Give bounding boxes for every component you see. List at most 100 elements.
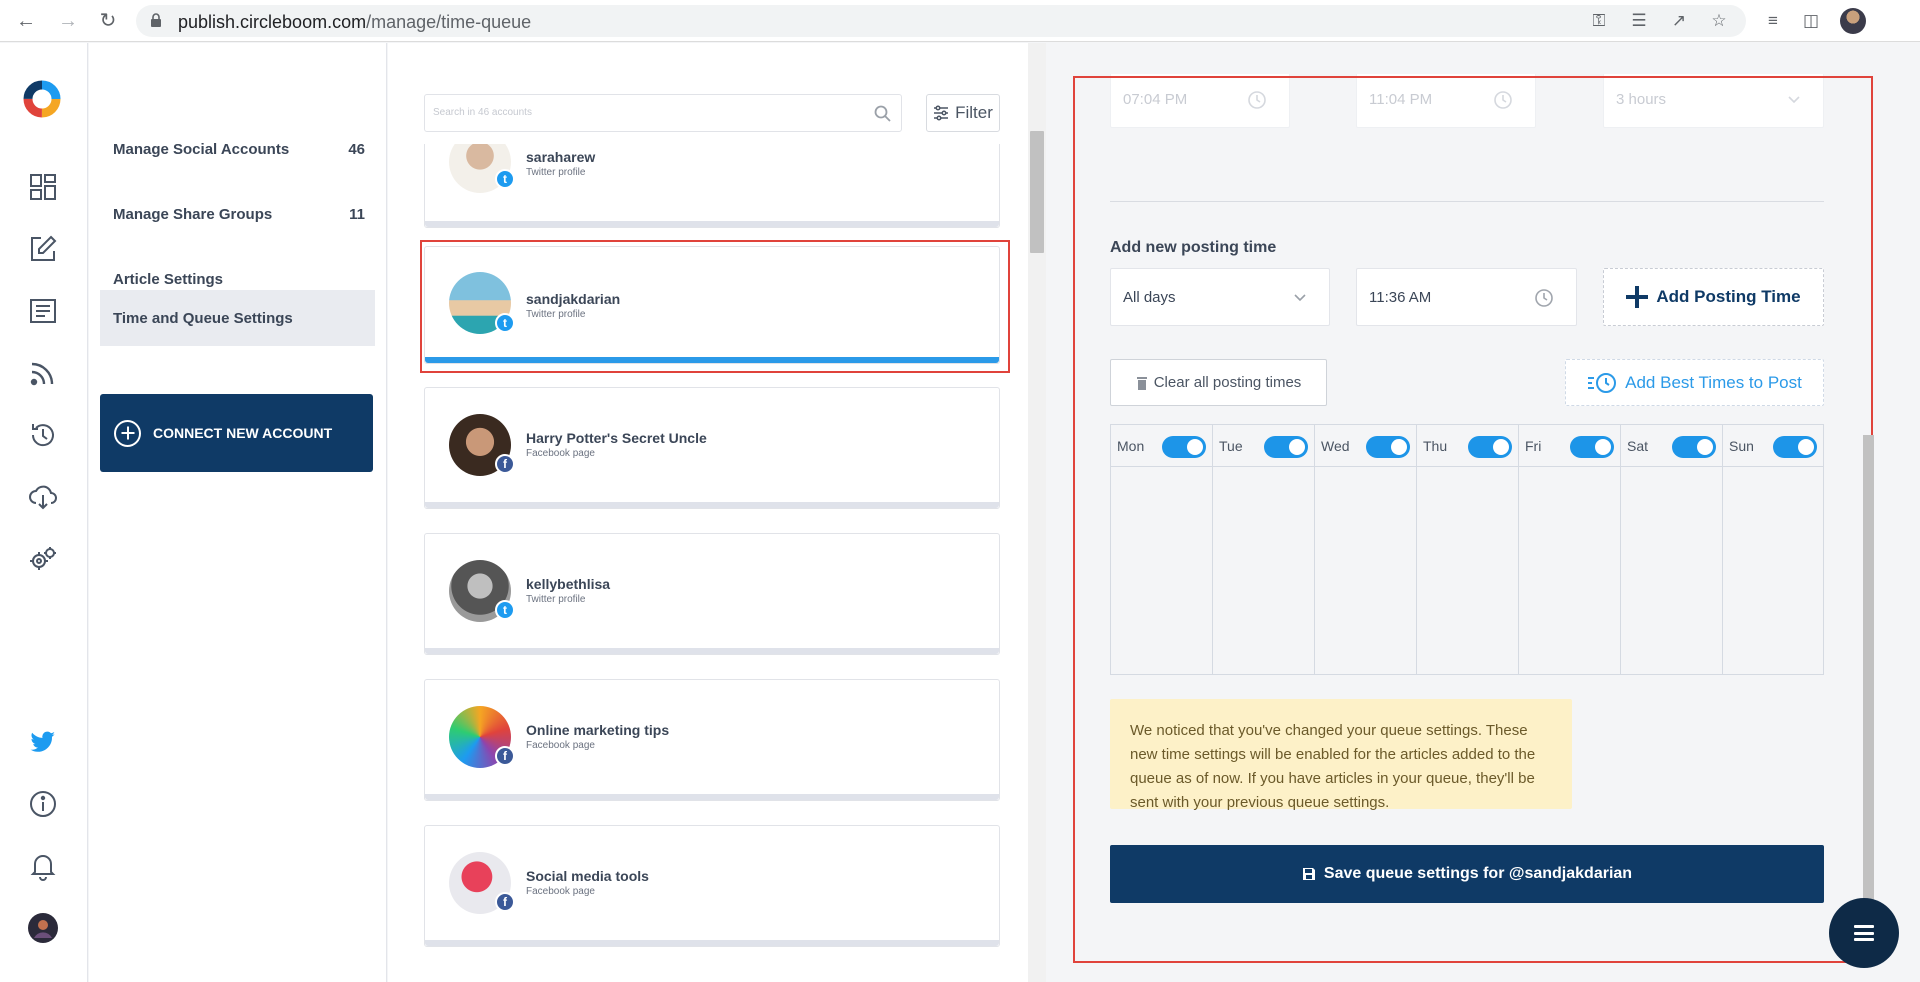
time-input[interactable]: 11:36 AM	[1356, 268, 1577, 326]
reading-list-icon[interactable]: ≡	[1762, 10, 1784, 32]
account-name: Online marketing tips	[526, 722, 670, 738]
circleboom-logo-icon[interactable]	[22, 79, 62, 119]
side-panel-icon[interactable]: ◫	[1800, 10, 1822, 32]
account-card-saraharew[interactable]: t saraharew Twitter profile	[424, 144, 1000, 228]
time-input-value: 11:36 AM	[1369, 288, 1432, 306]
day-name: Sun	[1729, 438, 1754, 454]
cloud-download-icon[interactable]	[27, 481, 59, 513]
menu-item-label: Article Settings	[113, 270, 224, 288]
day-name: Wed	[1321, 438, 1350, 454]
previous-interval-select[interactable]: 3 hours	[1603, 74, 1824, 128]
menu-item-time-and-queue-settings[interactable]: Time and Queue Settings	[100, 290, 375, 346]
connect-new-account-button[interactable]: CONNECT NEW ACCOUNT	[100, 394, 373, 472]
filter-button[interactable]: Filter	[926, 94, 1000, 132]
search-placeholder: Search in 46 accounts	[433, 107, 532, 118]
icon-rail	[0, 43, 88, 982]
day-name: Mon	[1117, 438, 1145, 454]
url-domain: publish.circleboom.com	[178, 12, 367, 32]
menu-item-count: 46	[348, 140, 365, 158]
menu-item-manage-share-groups[interactable]: Manage Share Groups 11	[100, 187, 375, 241]
rss-icon[interactable]	[27, 357, 59, 389]
add-posting-time-heading: Add new posting time	[1110, 239, 1277, 256]
day-name: Fri	[1525, 438, 1542, 454]
twitter-badge-icon: t	[495, 600, 515, 620]
clock-icon	[1248, 91, 1266, 109]
articles-icon[interactable]	[27, 295, 59, 327]
accounts-scrollbar[interactable]	[1028, 43, 1046, 982]
day-toggle-wed[interactable]	[1366, 436, 1410, 458]
sliders-icon	[934, 105, 949, 121]
day-toggle-mon[interactable]	[1162, 436, 1206, 458]
account-type: Twitter profile	[526, 594, 586, 605]
day-column-tue: Tue	[1213, 425, 1315, 674]
address-bar[interactable]: publish.circleboom.com/manage/time-queue…	[136, 5, 1746, 37]
star-icon[interactable]: ☆	[1708, 10, 1730, 32]
back-icon[interactable]: ←	[14, 9, 38, 33]
menu-item-count: 11	[349, 205, 365, 223]
day-toggle-fri[interactable]	[1570, 436, 1614, 458]
day-toggle-sat[interactable]	[1672, 436, 1716, 458]
compose-icon[interactable]	[27, 233, 59, 265]
day-select[interactable]: All days	[1110, 268, 1330, 326]
queue-settings-panel: 07:04 PM 11:04 PM 3 hours Add new postin…	[1072, 74, 1872, 982]
plus-icon	[1626, 286, 1648, 308]
day-column-thu: Thu	[1417, 425, 1519, 674]
account-card-bar	[425, 794, 999, 800]
save-queue-settings-button[interactable]: Save queue settings for @sandjakdarian	[1110, 845, 1824, 903]
info-icon[interactable]	[27, 788, 59, 820]
add-best-times-button[interactable]: Add Best Times to Post	[1565, 359, 1824, 406]
user-avatar[interactable]	[27, 912, 59, 944]
account-card-harry-potters-secret-uncle[interactable]: f Harry Potter's Secret Uncle Facebook p…	[424, 387, 1000, 509]
account-card-kellybethlisa[interactable]: t kellybethlisa Twitter profile	[424, 533, 1000, 655]
account-name: kellybethlisa	[526, 576, 611, 592]
clear-button-label: Clear all posting times	[1153, 374, 1302, 391]
translate-icon[interactable]: ☰	[1628, 10, 1650, 32]
schedule-icon[interactable]	[27, 419, 59, 451]
account-type: Twitter profile	[526, 167, 586, 178]
account-type: Facebook page	[526, 740, 595, 751]
account-card-online-marketing-tips[interactable]: f Online marketing tips Facebook page	[424, 679, 1000, 801]
filter-label: Filter	[955, 103, 993, 122]
scrollbar-thumb[interactable]	[1863, 435, 1874, 947]
settings-scrollbar[interactable]	[1862, 80, 1876, 975]
twitter-icon[interactable]	[27, 726, 59, 758]
account-card-social-media-tools[interactable]: f Social media tools Facebook page	[424, 825, 1000, 947]
menu-fab-button[interactable]	[1829, 898, 1899, 968]
menu-item-label: Manage Share Groups	[113, 205, 273, 223]
bell-icon[interactable]	[27, 850, 59, 882]
clear-all-posting-times-button[interactable]: Clear all posting times	[1110, 359, 1327, 406]
menu-item-label: Time and Queue Settings	[113, 309, 293, 327]
previous-start-time-field[interactable]: 07:04 PM	[1110, 74, 1290, 128]
queue-change-notice: We noticed that you've changed your queu…	[1110, 699, 1572, 811]
dashboard-icon[interactable]	[27, 171, 59, 203]
day-toggle-tue[interactable]	[1264, 436, 1308, 458]
add-posting-time-label: Add Posting Time	[1656, 287, 1801, 306]
facebook-badge-icon: f	[495, 746, 515, 766]
weekly-schedule-grid: Mon Tue Wed Thu Fri Sat Sun	[1110, 424, 1824, 675]
chevron-down-icon	[1294, 294, 1306, 302]
facebook-badge-icon: f	[495, 892, 515, 912]
connect-button-label: CONNECT NEW ACCOUNT	[153, 425, 333, 441]
share-icon[interactable]: ↗	[1668, 10, 1690, 32]
scrollbar-thumb[interactable]	[1030, 131, 1044, 253]
day-toggle-thu[interactable]	[1468, 436, 1512, 458]
profile-avatar[interactable]	[1840, 8, 1866, 34]
plus-circle-icon	[114, 419, 141, 447]
day-select-value: All days	[1123, 288, 1176, 306]
save-button-label: Save queue settings for @sandjakdarian	[1323, 865, 1633, 882]
account-type: Facebook page	[526, 886, 595, 897]
day-toggle-sun[interactable]	[1773, 436, 1817, 458]
forward-icon[interactable]: →	[56, 9, 80, 33]
account-search-input[interactable]: Search in 46 accounts	[424, 94, 902, 132]
menu-item-manage-social-accounts[interactable]: Manage Social Accounts 46	[100, 122, 375, 176]
trash-icon	[1136, 376, 1147, 390]
previous-end-time-field[interactable]: 11:04 PM	[1356, 74, 1536, 128]
clock-icon	[1535, 289, 1553, 307]
hamburger-icon	[1854, 925, 1874, 941]
reload-icon[interactable]: ↻	[96, 9, 120, 33]
key-icon[interactable]: ⚿	[1588, 10, 1610, 32]
add-posting-time-button[interactable]: Add Posting Time	[1603, 268, 1824, 326]
best-times-label: Add Best Times to Post	[1625, 372, 1802, 392]
settings-gears-icon[interactable]	[27, 543, 59, 575]
url-text: publish.circleboom.com/manage/time-queue	[178, 12, 531, 33]
